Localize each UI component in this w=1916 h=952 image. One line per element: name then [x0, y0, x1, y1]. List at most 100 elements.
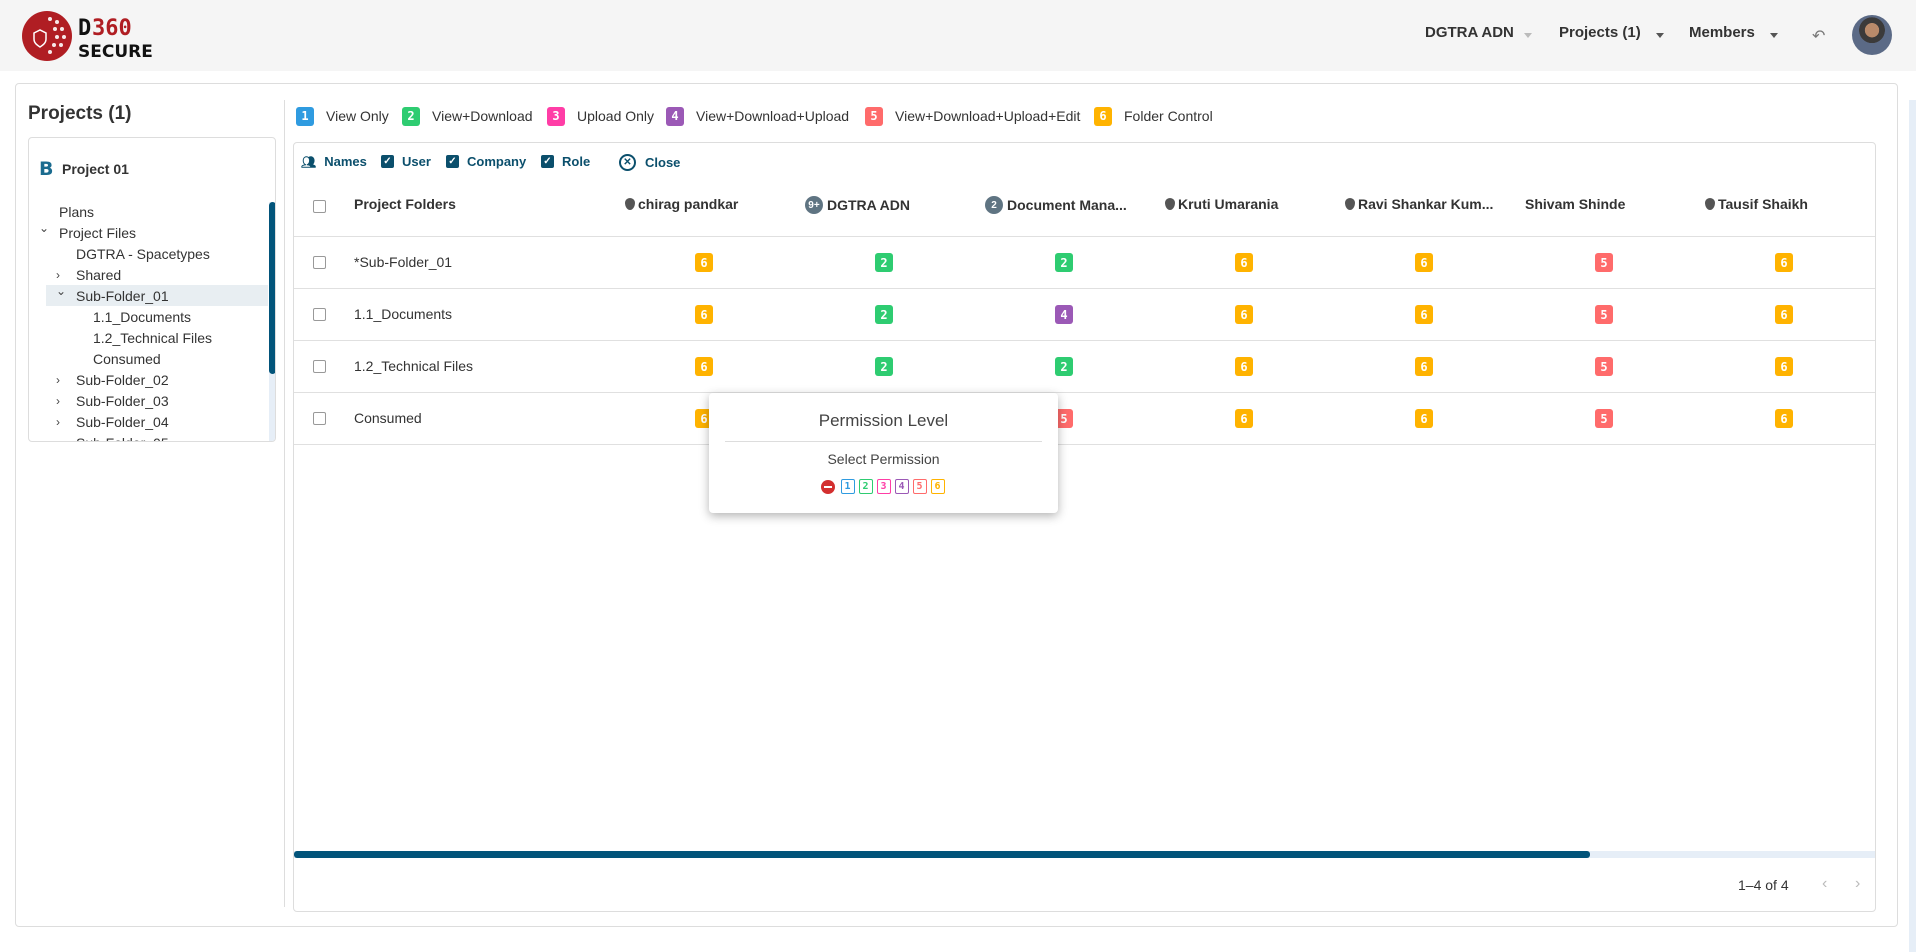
permission-badge-6[interactable]: 6 [1235, 409, 1253, 428]
member-column-header[interactable]: Shivam Shinde [1525, 196, 1625, 212]
pagination-range: 1–4 of 4 [1738, 877, 1789, 893]
chevron-down-icon[interactable]: ⌄ [56, 284, 66, 298]
tree-item[interactable]: Sub-Folder_02 [76, 370, 169, 390]
tree-item[interactable]: Shared [76, 265, 121, 285]
folder-name[interactable]: 1.1_Documents [354, 306, 452, 322]
chevron-right-icon[interactable]: › [56, 373, 60, 387]
permission-option-1[interactable]: 1 [840, 479, 855, 494]
permission-badge-3: 3 [547, 106, 565, 126]
permission-option-3[interactable]: 3 [876, 479, 891, 494]
tree-item[interactable]: 1.2_Technical Files [93, 328, 212, 348]
svg-text:360: 360 [92, 16, 132, 41]
chevron-right-icon[interactable]: › [56, 436, 60, 441]
tree-scrollbar-thumb[interactable] [269, 202, 275, 374]
folder-name[interactable]: Consumed [354, 410, 422, 426]
member-column-header[interactable]: chirag pandkar [625, 196, 738, 212]
member-column-header[interactable]: Tausif Shaikh [1705, 196, 1808, 212]
permission-badge-6[interactable]: 6 [1775, 305, 1793, 324]
close-button[interactable]: ✕ Close [619, 154, 680, 171]
member-name: Document Mana... [1007, 197, 1127, 213]
permission-badge-6[interactable]: 6 [695, 253, 713, 272]
chevron-down-icon[interactable] [1656, 33, 1664, 38]
tree-item[interactable]: Consumed [93, 349, 161, 369]
page-scrollbar[interactable] [1909, 100, 1916, 952]
role-checkbox[interactable]: ✓ Role [541, 154, 590, 169]
member-column-header[interactable]: 2 Document Mana... [985, 196, 1127, 214]
company-menu[interactable]: DGTRA ADN [1425, 24, 1514, 41]
permission-badge-5[interactable]: 5 [1595, 357, 1613, 376]
permission-badge-5[interactable]: 5 [1595, 305, 1613, 324]
permission-badge-6[interactable]: 6 [695, 357, 713, 376]
next-page-button[interactable]: › [1855, 875, 1860, 893]
projects-menu[interactable]: Projects (1) [1559, 24, 1641, 41]
names-toggle[interactable]: 👥︎ Names [301, 154, 367, 169]
chevron-down-icon[interactable]: ⌄ [39, 221, 49, 235]
permission-badge-2[interactable]: 2 [1055, 253, 1073, 272]
role-label: Role [562, 154, 591, 169]
tree-item[interactable]: DGTRA - Spacetypes [76, 244, 210, 264]
row-checkbox[interactable] [313, 360, 326, 373]
permission-option-2[interactable]: 2 [858, 479, 873, 494]
permission-badge-2[interactable]: 2 [1055, 357, 1073, 376]
tree-item[interactable]: Sub-Folder_01 [76, 286, 169, 306]
permission-option-5[interactable]: 5 [912, 479, 927, 494]
permission-badge-6[interactable]: 6 [1415, 253, 1433, 272]
prev-page-button[interactable]: ‹ [1822, 875, 1827, 893]
member-column-header[interactable]: 9+ DGTRA ADN [805, 196, 910, 214]
user-avatar[interactable] [1852, 15, 1892, 55]
projects-title: Projects (1) [28, 103, 132, 124]
chevron-right-icon[interactable]: › [56, 268, 60, 282]
permission-badge-2[interactable]: 2 [875, 357, 893, 376]
tree-item[interactable]: Sub-Folder_05 [76, 433, 169, 441]
row-checkbox[interactable] [313, 412, 326, 425]
permission-badge-6[interactable]: 6 [1235, 253, 1253, 272]
names-label: Names [324, 154, 367, 169]
permission-badge-6[interactable]: 6 [695, 305, 713, 324]
permission-badge-4[interactable]: 4 [1055, 305, 1073, 324]
reply-back-icon[interactable]: ↶ [1812, 26, 1825, 46]
project-name[interactable]: Project 01 [62, 161, 129, 177]
tree-item[interactable]: 1.1_Documents [93, 307, 191, 327]
chevron-down-icon[interactable] [1770, 33, 1778, 38]
folder-name[interactable]: 1.2_Technical Files [354, 358, 473, 374]
close-label: Close [645, 155, 681, 170]
check-icon: ✓ [541, 155, 554, 168]
permission-badge-2[interactable]: 2 [875, 305, 893, 324]
remove-permission-icon[interactable] [820, 479, 835, 494]
chevron-down-icon[interactable] [1524, 33, 1532, 38]
tree-item[interactable]: Plans [59, 202, 94, 222]
permission-badge-6[interactable]: 6 [1415, 357, 1433, 376]
row-checkbox[interactable] [313, 256, 326, 269]
permission-badge-6[interactable]: 6 [1415, 305, 1433, 324]
user-checkbox[interactable]: ✓ User [381, 154, 431, 169]
user-label: User [402, 154, 431, 169]
permission-badge-6[interactable]: 6 [1415, 409, 1433, 428]
permission-badge-5[interactable]: 5 [1595, 409, 1613, 428]
chevron-right-icon[interactable]: › [56, 415, 60, 429]
permission-badge-6[interactable]: 6 [1775, 409, 1793, 428]
tree-item[interactable]: Project Files [59, 223, 136, 243]
tree-item[interactable]: Sub-Folder_03 [76, 391, 169, 411]
company-checkbox[interactable]: ✓ Company [446, 154, 526, 169]
legend-label: View+Download [432, 108, 533, 124]
member-column-header[interactable]: Kruti Umarania [1165, 196, 1278, 212]
row-checkbox[interactable] [313, 308, 326, 321]
permission-badge-6[interactable]: 6 [1235, 305, 1253, 324]
members-menu[interactable]: Members [1689, 24, 1755, 41]
permission-badge-6[interactable]: 6 [1775, 253, 1793, 272]
folder-name[interactable]: *Sub-Folder_01 [354, 254, 452, 270]
horizontal-scrollbar-thumb[interactable] [294, 851, 1590, 858]
permission-badge-6[interactable]: 6 [1235, 357, 1253, 376]
permission-badge-2[interactable]: 2 [875, 253, 893, 272]
d360-secure-logo[interactable]: D 360 SECURE [20, 7, 170, 65]
permission-badge-6[interactable]: 6 [1775, 357, 1793, 376]
select-all-checkbox[interactable] [313, 200, 326, 213]
permission-badge-5[interactable]: 5 [1595, 253, 1613, 272]
chevron-right-icon[interactable]: › [56, 394, 60, 408]
tree-item[interactable]: Sub-Folder_04 [76, 412, 169, 432]
permission-option-6[interactable]: 6 [930, 479, 945, 494]
permission-option-4[interactable]: 4 [894, 479, 909, 494]
permission-badge-4: 4 [666, 106, 684, 126]
member-column-header[interactable]: Ravi Shankar Kum... [1345, 196, 1493, 212]
user-shield-icon [1345, 198, 1355, 210]
